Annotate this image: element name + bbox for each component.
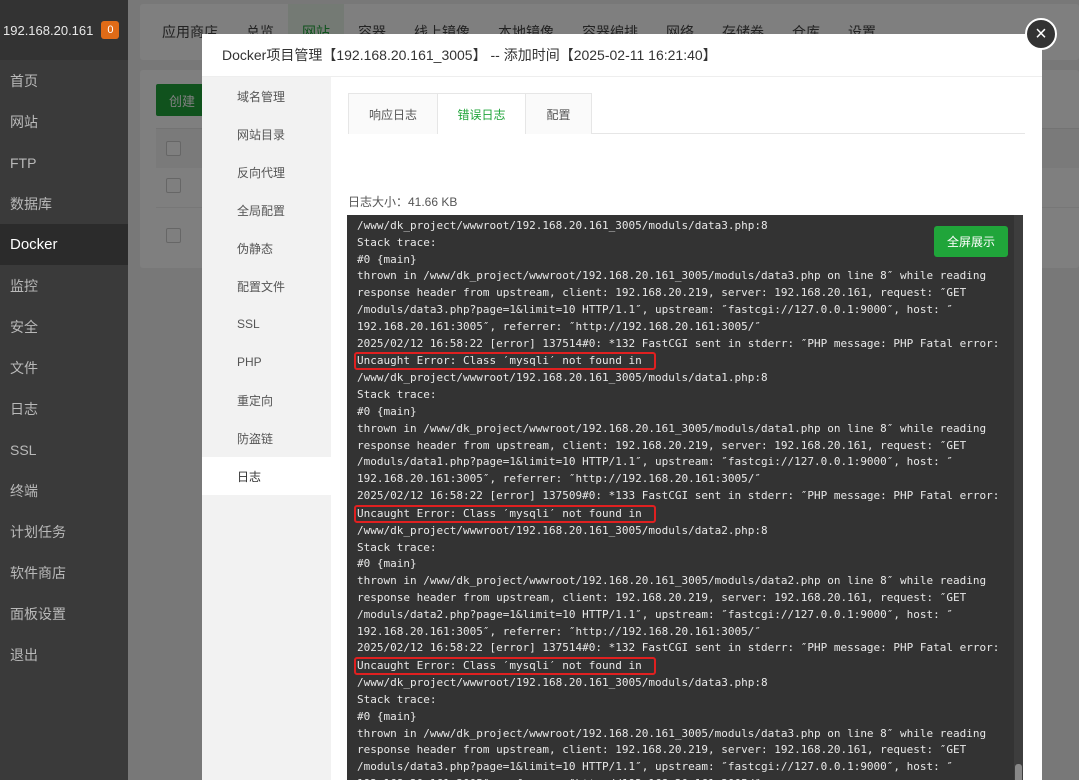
scrollbar-thumb[interactable] [1015,764,1022,780]
log-line: /www/dk_project/wwwroot/192.168.20.161_3… [357,676,768,690]
log-line: /www/dk_project/wwwroot/192.168.20.161_3… [357,523,768,537]
modal-nav-item[interactable]: 网站目录 [202,115,331,153]
log-line: /www/dk_project/wwwroot/192.168.20.161_3… [357,371,768,385]
modal-title: Docker项目管理【192.168.20.161_3005】 -- 添加时间【… [202,34,1042,77]
log-viewer[interactable]: /www/dk_project/wwwroot/192.168.20.161_3… [347,215,1023,780]
sidebar-item[interactable]: 日志 [0,388,128,429]
log-line: thrown in /www/dk_project/wwwroot/192.16… [357,726,987,740]
log-scrollbar[interactable] [1014,215,1023,780]
log-line: /moduls/data2.php?page=1&limit=10 HTTP/1… [357,607,954,621]
server-header: 192.168.20.161 0 [0,0,128,60]
sidebar-item[interactable]: 终端 [0,470,128,511]
log-text: /www/dk_project/wwwroot/192.168.20.161_3… [354,218,1009,780]
modal-nav-item[interactable]: PHP [202,343,331,381]
log-line: /www/dk_project/wwwroot/192.168.20.161_3… [357,219,768,232]
log-line: #0 {main} [357,709,417,723]
main-sidebar: 192.168.20.161 0 首页 网站 FTP 数据库 Docker 监控 安全 文件日… [0,0,128,780]
tab-config[interactable]: 配置 [526,93,592,134]
log-content: 响应日志 错误日志 配置 日志大小：41.66 KB /www/dk_proje… [331,77,1042,780]
log-line: Stack trace: [357,235,437,249]
log-line: Stack trace: [357,388,437,402]
sidebar-item[interactable]: 网站 [0,101,128,142]
sidebar-item[interactable]: 数据库 [0,183,128,224]
tab-response-log[interactable]: 响应日志 [348,93,438,134]
modal-nav-item[interactable]: 日志 [202,457,331,495]
docker-project-modal: Docker项目管理【192.168.20.161_3005】 -- 添加时间【… [202,34,1042,780]
log-line: 192.168.20.161:3005″, referrer: ″http://… [357,319,761,333]
modal-nav-item[interactable]: 伪静态 [202,229,331,267]
fullscreen-button[interactable]: 全屏展示 [934,226,1008,257]
log-line: 192.168.20.161:3005″, referrer: ″http://… [357,624,761,638]
sidebar-item[interactable]: 安全 [0,306,128,347]
close-icon[interactable]: × [1025,18,1057,50]
log-line: 192.168.20.161:3005″, referrer: ″http://… [357,472,761,486]
sidebar-item[interactable]: 计划任务 [0,511,128,552]
sidebar-item[interactable]: Docker [0,224,128,265]
highlighted-error-line: Uncaught Error: Class ′mysqli′ not found… [354,504,656,523]
log-line: thrown in /www/dk_project/wwwroot/192.16… [357,574,987,588]
log-line: #0 {main} [357,404,417,418]
log-line: /moduls/data3.php?page=1&limit=10 HTTP/1… [357,302,954,316]
log-line: thrown in /www/dk_project/wwwroot/192.16… [357,269,987,283]
highlighted-error-line: Uncaught Error: Class ′mysqli′ not found… [354,657,656,676]
sidebar-item[interactable]: 首页 [0,60,128,101]
sidebar-item[interactable]: 面板设置 [0,593,128,634]
modal-side-nav: 域名管理 网站目录 反向代理 全局配置 伪静态 配置文件 SSL PHP 重定向 防盗链 日志 [202,77,331,780]
modal-nav-item[interactable]: 配置文件 [202,267,331,305]
highlighted-error-line: Uncaught Error: Class ′mysqli′ not found… [354,352,656,371]
log-size-label: 日志大小：41.66 KB [348,195,458,209]
log-line: Stack trace: [357,540,437,554]
sidebar-item[interactable]: 退出 [0,634,128,675]
log-tabs: 响应日志 错误日志 配置 [348,93,1025,134]
sidebar-item[interactable]: SSL [0,429,128,470]
modal-nav-item[interactable]: 全局配置 [202,191,331,229]
sidebar-item[interactable]: 软件商店 [0,552,128,593]
log-line: #0 {main} [357,557,417,571]
server-ip: 192.168.20.161 [3,22,94,38]
log-line: response header from upstream, client: 1… [357,590,967,604]
log-line: response header from upstream, client: 1… [357,438,967,452]
log-line: Stack trace: [357,692,437,706]
log-line: 2025/02/12 16:58:22 [error] 137514#0: *1… [357,336,1000,350]
log-line: /moduls/data1.php?page=1&limit=10 HTTP/1… [357,455,954,469]
modal-nav-item[interactable]: 反向代理 [202,153,331,191]
sidebar-item[interactable]: FTP [0,142,128,183]
modal-nav-item[interactable]: 域名管理 [202,77,331,115]
notification-badge[interactable]: 0 [101,21,120,39]
log-line: #0 {main} [357,252,417,266]
modal-nav-item[interactable]: 重定向 [202,381,331,419]
log-line: 2025/02/12 16:58:22 [error] 137514#0: *1… [357,641,1000,655]
modal-nav-item[interactable]: 防盗链 [202,419,331,457]
sidebar-menu: 首页 网站 FTP 数据库 Docker 监控 安全 文件 日志 SSL 终端 计划任务 软件商店 面板设… [0,60,128,675]
modal-nav-item[interactable]: SSL [202,305,331,343]
log-line: 2025/02/12 16:58:22 [error] 137509#0: *1… [357,488,1000,502]
log-line: /moduls/data3.php?page=1&limit=10 HTTP/1… [357,760,954,774]
tab-error-log[interactable]: 错误日志 [438,93,526,134]
log-line: thrown in /www/dk_project/wwwroot/192.16… [357,421,987,435]
log-line: response header from upstream, client: 1… [357,286,967,300]
sidebar-item[interactable]: 文件 [0,347,128,388]
sidebar-item[interactable]: 监控 [0,265,128,306]
log-line: response header from upstream, client: 1… [357,743,967,757]
